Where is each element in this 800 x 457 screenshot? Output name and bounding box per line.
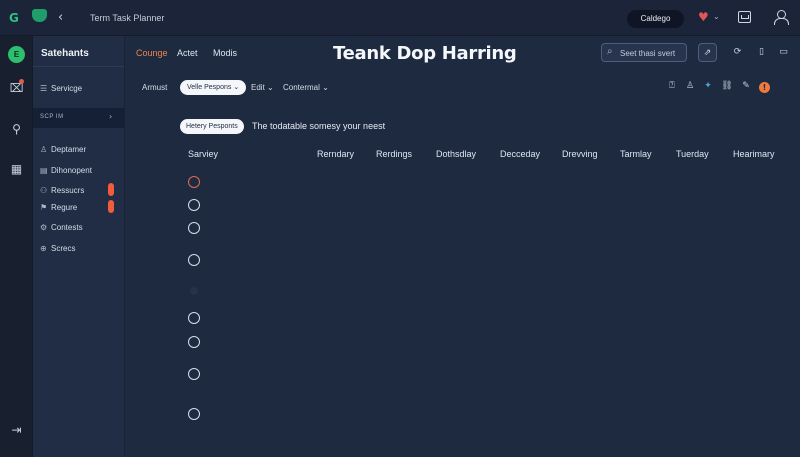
app-badge-icon [32,9,47,22]
sidebar-item-label: Screcs [51,244,76,253]
chevron-down-icon: ⌄ [322,83,329,92]
pin-icon[interactable]: ⚲ [8,122,25,136]
column-header[interactable]: Tarmlay [620,149,652,159]
sidebar-item-label: Servicge [51,84,83,93]
sidebar-divider [33,66,124,67]
refresh-icon[interactable]: ⟳ [728,43,747,62]
sidebar-section-header[interactable]: SCP IM › [33,108,125,128]
chevron-down-icon[interactable]: ⌄ [713,12,720,21]
column-header[interactable]: Tuerday [676,149,709,159]
avatar[interactable]: E [8,46,25,63]
icon-rail: E ⌧ ⚲ ▦ ⇥ [0,36,33,457]
row-select-radio[interactable] [188,199,200,211]
back-button[interactable]: ‹ [58,10,63,25]
twitter-icon[interactable]: ✦ [702,81,714,91]
row-select-radio[interactable] [188,222,200,234]
sidebar-item-label: Ressucrs [51,186,85,195]
column-header[interactable]: Rerndary [317,149,354,159]
profile-icon[interactable] [774,10,789,25]
row-select-radio[interactable] [188,312,200,324]
edit-menu-label: Edit [251,83,265,92]
inbox-icon[interactable] [738,11,751,23]
title-bar: G ‹ Term Task Planner Caldego ♥ ⌄ [0,0,800,36]
search-input[interactable] [620,46,684,60]
collapse-icon[interactable]: ▭ [774,43,793,62]
app-logo-icon: G [9,11,19,25]
grid-icon[interactable]: ▦ [8,162,25,176]
tab-modis[interactable]: Modis [213,48,237,58]
sidebar-item-ressucrs[interactable]: ⚇ Ressucrs [40,186,84,195]
people-icon: ⚇ [40,186,48,195]
context-menu[interactable]: Contermal ⌄ [283,83,329,92]
row-select-radio[interactable] [188,336,200,348]
status-flag [108,183,114,196]
link-icon[interactable]: ⛓ [721,81,733,91]
window-title: Term Task Planner [90,13,165,23]
alert-icon[interactable]: ! [759,82,770,93]
sidebar-item-label: Dihonopent [51,166,92,175]
tab-counge[interactable]: Counge [136,48,168,58]
account-switcher[interactable]: Caldego [627,10,684,28]
row-select-radio[interactable] [188,408,200,420]
favorites-heart-icon[interactable]: ♥ [698,10,709,24]
sidebar-item-label: Regure [51,203,78,212]
circle-plus-icon: ⊕ [40,244,47,253]
filter-label: Armust [142,83,168,92]
edit-menu[interactable]: Edit ⌄ [251,83,274,92]
list-icon: ☰ [40,84,48,93]
sidebar-item-servicge[interactable]: ☰ Servicge [40,84,82,93]
chevron-right-icon: › [109,112,113,121]
tab-actet[interactable]: Actet [177,48,198,58]
sidebar-item-contests[interactable]: ⚙ Contests [40,223,83,232]
column-header[interactable]: Hearimary [733,149,775,159]
row-select-radio[interactable] [188,254,200,266]
sidebar-title: Satehants [41,48,89,59]
context-menu-label: Contermal [283,83,320,92]
column-header[interactable]: Dothsdlay [436,149,476,159]
view-select-value: Velle Pespons [187,84,232,91]
user-icon: ♙ [40,145,48,154]
filter-chip[interactable]: Hetery Pesponts [180,119,244,134]
sidebar-item-deptamer[interactable]: ♙ Deptamer [40,145,86,154]
sidebar-section-label: SCP IM [40,114,64,120]
settings-icon: ⚙ [40,223,48,232]
row-select-radio[interactable] [188,368,200,380]
subheader-text: The todatable somesy your neest [252,121,386,131]
help-icon[interactable]: ⍰ [666,81,678,91]
search-icon: ⌕ [607,46,613,57]
column-header[interactable]: Drevving [562,149,598,159]
tag-icon: ⚑ [40,203,48,212]
file-icon: ▤ [40,166,48,175]
row-select-radio[interactable] [188,176,200,188]
notification-dot [19,79,24,84]
chevron-down-icon: ⌄ [233,84,240,91]
status-flag [108,200,114,213]
search-box: ⌕ [601,43,687,62]
pencil-icon[interactable]: ✎ [740,81,752,91]
page-title: Teank Dop Harring [333,43,517,64]
row-select-radio[interactable] [190,287,198,295]
share-button[interactable]: ⇗ [698,43,717,62]
sidebar-item-dihonopent[interactable]: ▤ Dihonopent [40,166,92,175]
column-header[interactable]: Rerdings [376,149,412,159]
column-header[interactable]: Sarviey [188,149,218,159]
chevron-down-icon: ⌄ [267,83,274,92]
user-icon[interactable]: ♙ [684,81,696,91]
sidebar-item-screcs[interactable]: ⊕ Screcs [40,244,75,253]
column-header[interactable]: Decceday [500,149,540,159]
exit-icon[interactable]: ⇥ [8,423,25,437]
sidebar: Satehants ☰ Servicge SCP IM › ♙ Deptamer ▤… [33,36,125,457]
sidebar-item-regure[interactable]: ⚑ Regure [40,203,77,212]
layout-icon[interactable]: ▯ [752,43,771,62]
sidebar-item-label: Contests [51,223,83,232]
view-select[interactable]: Velle Pespons ⌄ [180,80,247,95]
sidebar-item-label: Deptamer [51,145,87,154]
